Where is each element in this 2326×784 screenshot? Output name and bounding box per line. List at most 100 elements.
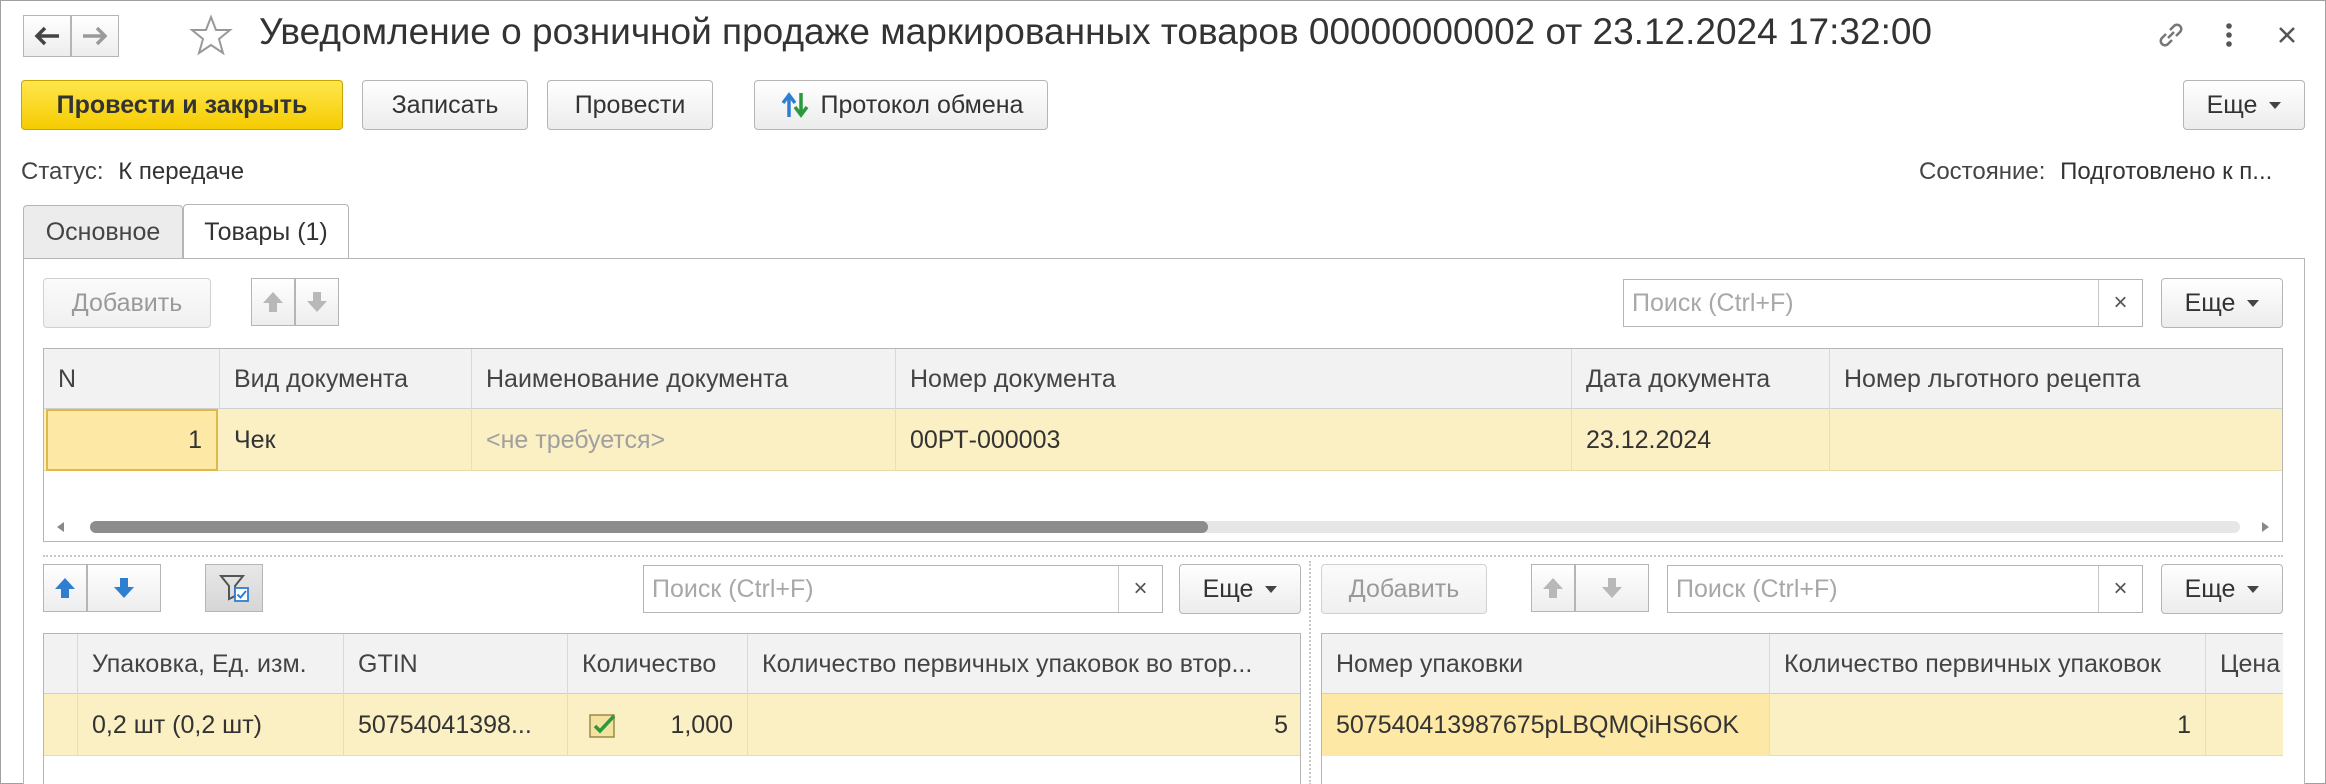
cell-package-price[interactable] [2206,694,2283,756]
document-window: Уведомление о розничной продаже маркиров… [0,0,2326,784]
cell-quantity[interactable]: 1,000 [568,694,748,756]
documents-search-input[interactable]: Поиск (Ctrl+F) × [1623,279,2143,327]
documents-horizontal-scrollbar[interactable] [44,513,2282,541]
arrow-left-icon [34,26,59,46]
post-button[interactable]: Провести [547,80,713,130]
packages-move-up-button[interactable] [1531,564,1575,612]
chevron-down-icon [1265,585,1278,593]
documents-table-header: N Вид документа Наименование документа Н… [44,349,2282,409]
cell-quantity-value: 1,000 [670,710,733,739]
cell-primary-packages[interactable]: 5 [748,694,1300,756]
goods-more-label: Еще [1202,574,1254,603]
kebab-menu-icon [2226,23,2232,47]
cell-pack-unit[interactable]: 0,2 шт (0,2 шт) [78,694,344,756]
close-button[interactable] [2271,19,2303,51]
arrow-right-icon [83,26,108,46]
chevron-down-icon [2247,585,2260,593]
documents-search-clear-button[interactable]: × [2098,280,2142,326]
arrow-up-icon [263,292,283,312]
goods-search-placeholder: Поиск (Ctrl+F) [652,574,814,603]
vertical-splitter[interactable] [1309,561,1311,784]
documents-add-button[interactable]: Добавить [43,278,211,328]
state-field: Состояние: Подготовлено к п... [1919,158,2272,186]
documents-move-down-button[interactable] [295,278,339,326]
exchange-protocol-icon [781,92,808,118]
arrow-up-icon [55,578,75,598]
col-n[interactable]: N [44,349,220,409]
col-package-number[interactable]: Номер упаковки [1322,634,1770,694]
packages-search-input[interactable]: Поиск (Ctrl+F) × [1667,565,2143,613]
packages-more-label: Еще [2184,574,2236,603]
cell-n[interactable]: 1 [46,409,218,471]
col-doc-date[interactable]: Дата документа [1572,349,1830,409]
goods-move-down-button[interactable] [87,564,161,612]
scrollbar-thumb[interactable] [90,521,1208,533]
horizontal-splitter[interactable] [43,555,2283,557]
cell-doc-name[interactable]: <не требуется> [472,409,896,471]
status-field: Статус: К передаче [21,158,244,186]
col-doc-number[interactable]: Номер документа [896,349,1572,409]
state-value: Подготовлено к п... [2060,158,2273,185]
star-icon [189,14,233,56]
scroll-right-icon[interactable] [2258,520,2272,534]
col-doc-type[interactable]: Вид документа [220,349,472,409]
cell-goods-marker [44,694,78,756]
col-gtin[interactable]: GTIN [344,634,568,694]
arrow-down-icon [114,578,134,598]
goods-more-button[interactable]: Еще [1179,564,1301,614]
documents-more-button[interactable]: Еще [2161,278,2283,328]
forward-button[interactable] [71,15,119,57]
cell-doc-type[interactable]: Чек [220,409,472,471]
state-label: Состояние: [1919,158,2046,185]
documents-move-up-button[interactable] [251,278,295,326]
col-doc-name[interactable]: Наименование документа [472,349,896,409]
goods-filter-button[interactable] [205,564,263,612]
cell-gtin[interactable]: 50754041398... [344,694,568,756]
cell-doc-date[interactable]: 23.12.2024 [1572,409,1830,471]
goods-search-input[interactable]: Поиск (Ctrl+F) × [643,565,1163,613]
post-and-close-button[interactable]: Провести и закрыть [21,80,343,130]
col-package-primary-qty[interactable]: Количество первичных упаковок [1770,634,2206,694]
cell-package-number[interactable]: 507540413987675pLBQMQiHS6OK [1322,694,1770,756]
table-row[interactable]: 1 Чек <не требуется> 00РТ-000003 23.12.2… [44,409,2282,471]
arrow-down-icon [307,292,327,312]
toolbar-more-button[interactable]: Еще [2183,80,2305,130]
chevron-down-icon [2247,299,2260,307]
packages-more-button[interactable]: Еще [2161,564,2283,614]
tab-main[interactable]: Основное [23,205,183,259]
exchange-protocol-button[interactable]: Протокол обмена [754,80,1048,130]
packages-table: Номер упаковки Количество первичных упак… [1321,633,2283,784]
more-menu-button[interactable] [2217,17,2241,53]
documents-table: N Вид документа Наименование документа Н… [43,348,2283,542]
packages-add-button[interactable]: Добавить [1321,564,1487,614]
col-recipe-number[interactable]: Номер льготного рецепта [1830,349,2282,409]
favorite-button[interactable] [189,13,233,57]
col-pack-unit[interactable]: Упаковка, Ед. изм. [78,634,344,694]
link-icon [2159,23,2183,47]
cell-doc-number[interactable]: 00РТ-000003 [896,409,1572,471]
col-goods-marker [44,634,78,694]
table-row[interactable]: 0,2 шт (0,2 шт) 50754041398... 1,000 5 [44,694,1300,756]
tab-goods[interactable]: Товары (1) [183,204,349,260]
arrow-down-icon [1602,578,1622,598]
cell-recipe-number[interactable] [1830,409,2282,471]
cell-package-primary-qty[interactable]: 1 [1770,694,2206,756]
packages-table-header: Номер упаковки Количество первичных упак… [1322,634,2283,694]
packages-search-clear-button[interactable]: × [2098,566,2142,612]
table-row[interactable]: 507540413987675pLBQMQiHS6OK 1 [1322,694,2283,756]
col-package-price[interactable]: Цена [2206,634,2283,694]
save-button[interactable]: Записать [362,80,528,130]
checked-box-icon [589,714,616,738]
back-button[interactable] [23,15,71,57]
col-quantity[interactable]: Количество [568,634,748,694]
documents-search-placeholder: Поиск (Ctrl+F) [1632,288,1794,317]
goods-table: Упаковка, Ед. изм. GTIN Количество Колич… [43,633,1301,784]
goods-search-clear-button[interactable]: × [1118,566,1162,612]
col-primary-packages[interactable]: Количество первичных упаковок во втор... [748,634,1300,694]
window-title: Уведомление о розничной продаже маркиров… [259,11,1933,52]
packages-move-down-button[interactable] [1575,564,1649,612]
scroll-left-icon[interactable] [54,520,68,534]
link-button[interactable] [2153,17,2189,53]
arrow-up-icon [1543,578,1563,598]
goods-move-up-button[interactable] [43,564,87,612]
